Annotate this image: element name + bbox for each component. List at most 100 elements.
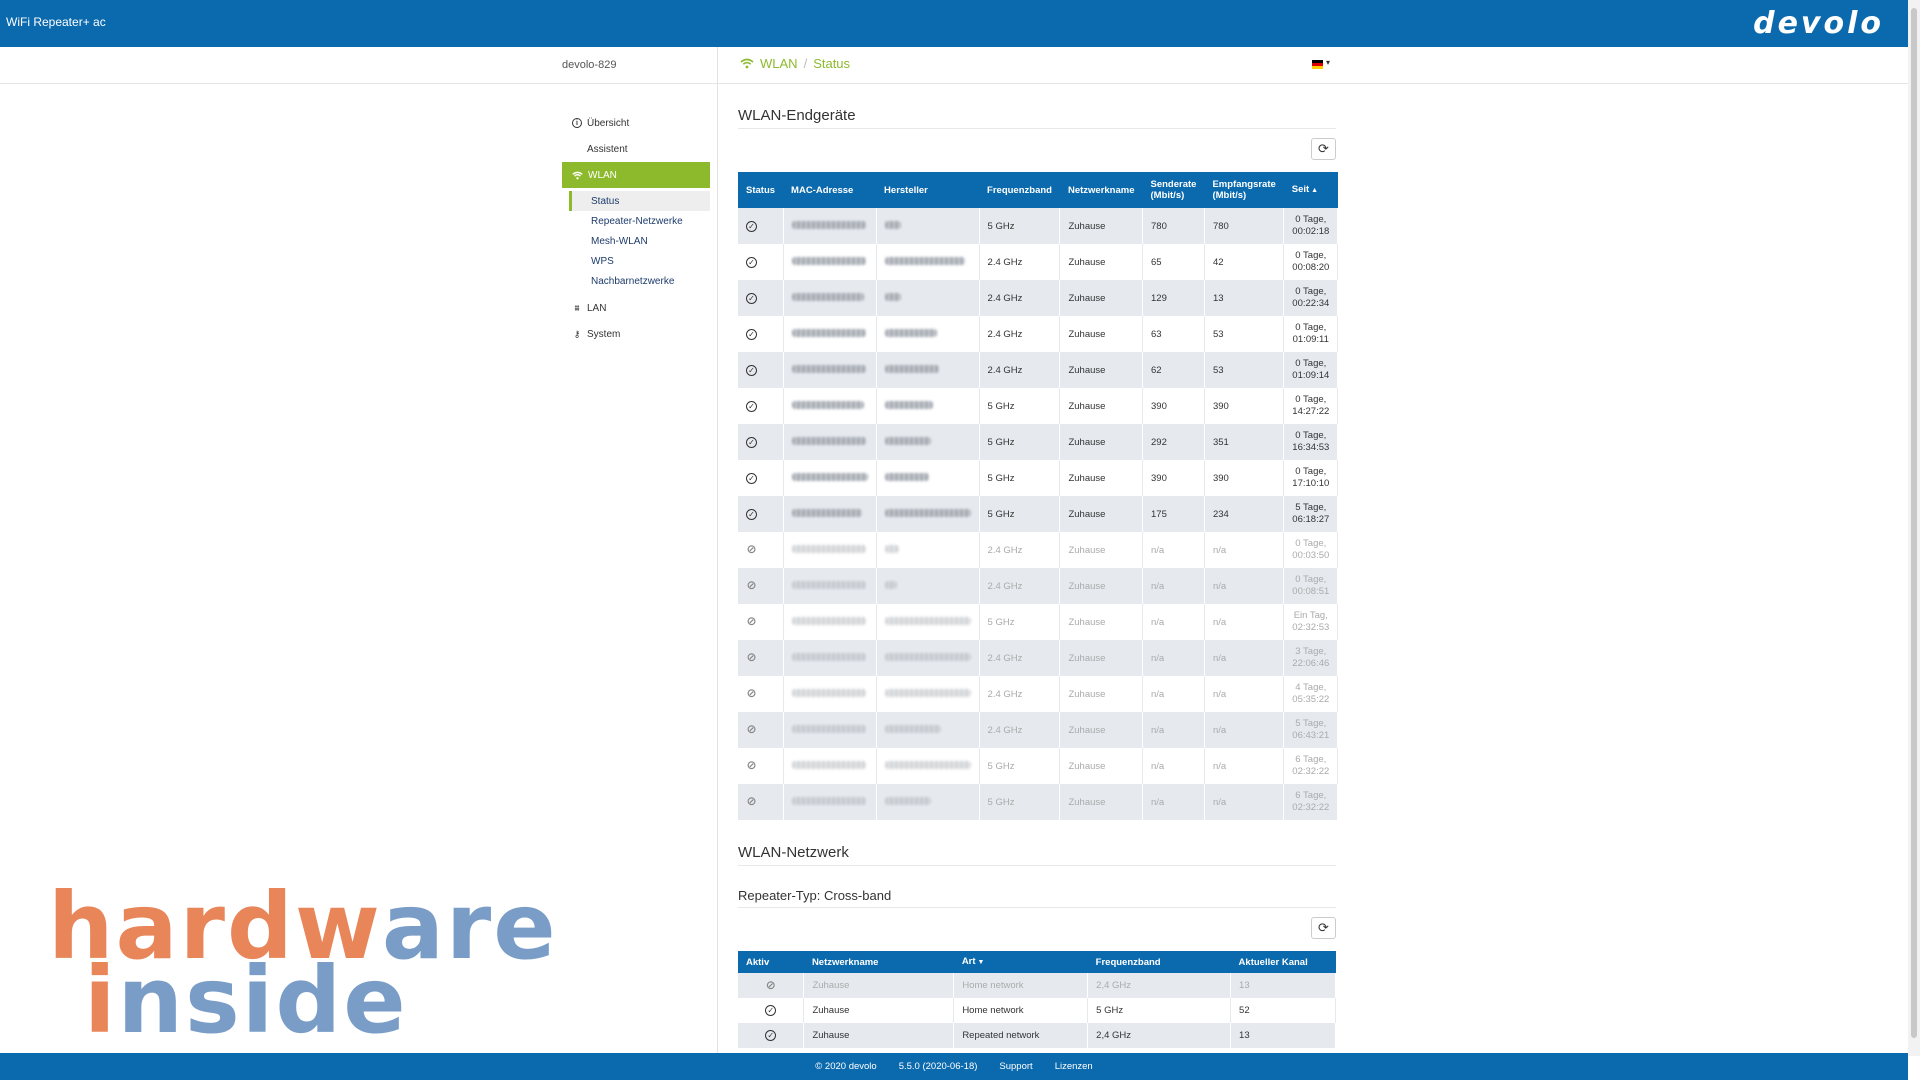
status-cell: ✓: [738, 388, 784, 424]
col-since-label: Seit: [1291, 184, 1310, 195]
refresh-network-button[interactable]: ⟳: [1311, 917, 1336, 939]
tx-cell: 65: [1142, 244, 1205, 280]
disconnected-icon: ⊘: [746, 794, 757, 808]
sub-header: devolo-829 WLAN / Status ▾: [0, 47, 1908, 84]
blurred-mac: [791, 292, 864, 301]
footer-licenses-link[interactable]: Lizenzen: [1055, 1061, 1093, 1072]
table-row: ✓ 2.4 GHz Zuhause 129 13 0 Tage, 00:22:34: [738, 280, 1339, 316]
sidebar-sub-label: Status: [591, 195, 620, 207]
col-band: Frequenzband: [979, 172, 1060, 208]
col-rx: Empfangsrate (Mbit/s): [1204, 172, 1284, 208]
since-cell: 5 Tage, 06:43:21: [1283, 712, 1339, 748]
sidebar-sub-mesh-wlan[interactable]: Mesh-WLAN: [562, 231, 710, 251]
since-time: 22:06:46: [1292, 658, 1330, 669]
rx-cell: n/a: [1204, 604, 1285, 640]
band-cell: 2.4 GHz: [979, 532, 1061, 568]
rx-cell: n/a: [1204, 676, 1285, 712]
blurred-mac: [791, 616, 866, 625]
breadcrumb: WLAN / Status: [740, 56, 850, 71]
network-table: Aktiv Netzwerkname Art ▼ Frequenzband Ak…: [738, 951, 1336, 1048]
mac-cell: [783, 676, 877, 712]
rx-cell: 390: [1204, 460, 1285, 496]
disconnected-icon: ⊘: [746, 758, 757, 772]
network-cell: Zuhause: [1059, 676, 1143, 712]
type-cell: Repeated network: [953, 1023, 1089, 1048]
blurred-mac: [791, 328, 866, 337]
sidebar-item-uebersicht[interactable]: i Übersicht: [562, 110, 710, 136]
table-row: ✓ Zuhause Home network 5 GHz 52: [738, 998, 1336, 1023]
vendor-cell: [876, 712, 980, 748]
since-time: 17:10:10: [1292, 478, 1330, 489]
scrollbar-thumb[interactable]: [1911, 8, 1917, 1038]
chevron-down-icon[interactable]: ▾: [1326, 58, 1330, 67]
vendor-cell: [876, 568, 980, 604]
network-cell: Zuhause: [1059, 244, 1143, 280]
status-cell: ✓: [738, 244, 784, 280]
sidebar-sub-status[interactable]: Status: [569, 191, 710, 211]
watermark-text: are: [381, 873, 558, 980]
band-cell: 5 GHz: [979, 460, 1061, 496]
disconnected-icon: ⊘: [765, 977, 776, 992]
since-days: 0 Tage,: [1295, 574, 1327, 585]
rx-cell: 390: [1204, 388, 1285, 424]
rx-cell: n/a: [1204, 640, 1285, 676]
table-row: ⊘ 2.4 GHz Zuhause n/a n/a 0 Tage, 00:08:51: [738, 568, 1339, 604]
since-days: 0 Tage,: [1295, 430, 1327, 441]
since-time: 06:18:27: [1292, 514, 1330, 525]
band-cell: 2.4 GHz: [979, 244, 1061, 280]
col-since[interactable]: Seit ▲: [1283, 172, 1338, 208]
col-network-name: Netzwerkname: [803, 951, 954, 973]
sidebar-item-system[interactable]: ⚷ System: [562, 321, 710, 347]
sidebar-item-wlan[interactable]: WLAN: [562, 162, 710, 188]
sidebar-sub-repeater-netzwerke[interactable]: Repeater-Netzwerke: [562, 211, 710, 231]
band-cell: 5 GHz: [979, 208, 1061, 244]
col-type[interactable]: Art ▼: [953, 951, 1088, 973]
network-section-title: WLAN-Netzwerk: [738, 844, 849, 861]
table-row: ✓ 5 GHz Zuhause 390 390 0 Tage, 14:27:22: [738, 388, 1339, 424]
since-days: 0 Tage,: [1295, 538, 1327, 549]
hardware-inside-watermark: hardware inside: [48, 881, 558, 1047]
repeater-type: Repeater-Typ: Cross-band: [738, 888, 892, 903]
blurred-vendor: [884, 796, 931, 805]
app-title: WiFi Repeater+ ac: [6, 15, 106, 29]
mac-cell: [783, 460, 877, 496]
mac-cell: [783, 244, 877, 280]
channel-cell: 52: [1230, 998, 1336, 1023]
band-cell: 2.4 GHz: [979, 352, 1061, 388]
refresh-devices-button[interactable]: ⟳: [1311, 138, 1336, 160]
rx-cell: 53: [1204, 352, 1285, 388]
german-flag-icon[interactable]: [1312, 60, 1323, 69]
blurred-vendor: [884, 328, 937, 337]
channel-cell: 13: [1230, 973, 1336, 998]
status-cell: ⊘: [738, 784, 784, 820]
mac-cell: [783, 712, 877, 748]
blurred-vendor: [884, 688, 971, 697]
status-cell: ✓: [738, 316, 784, 352]
since-time: 00:08:20: [1292, 262, 1330, 273]
blurred-vendor: [884, 652, 971, 661]
col-frequency: Frequenzband: [1087, 951, 1231, 973]
vendor-cell: [876, 460, 980, 496]
network-name-cell: Zuhause: [803, 998, 955, 1023]
table-row: ✓ 2.4 GHz Zuhause 63 53 0 Tage, 01:09:11: [738, 316, 1339, 352]
vendor-cell: [876, 784, 980, 820]
footer-support-link[interactable]: Support: [999, 1061, 1032, 1072]
since-time: 14:27:22: [1292, 406, 1330, 417]
breadcrumb-wlan[interactable]: WLAN: [760, 56, 798, 71]
devolo-logo[interactable]: devolo: [1753, 6, 1884, 41]
sidebar-item-assistent[interactable]: Assistent: [562, 136, 710, 162]
sidebar-sub-nachbarnetzwerke[interactable]: Nachbarnetzwerke: [562, 271, 710, 291]
blurred-mac: [791, 400, 864, 409]
page-scrollbar[interactable]: [1908, 0, 1920, 1056]
sidebar-item-label: Assistent: [587, 143, 628, 155]
blurred-mac: [791, 580, 866, 589]
sidebar-item-lan[interactable]: ⩩ LAN: [562, 295, 710, 321]
tx-cell: n/a: [1142, 748, 1205, 784]
blurred-vendor: [884, 508, 971, 517]
since-days: 3 Tage,: [1295, 646, 1327, 657]
disconnected-icon: ⊘: [746, 614, 757, 628]
network-cell: Zuhause: [1059, 208, 1143, 244]
section-divider: [738, 865, 1336, 866]
sidebar-sub-wps[interactable]: WPS: [562, 251, 710, 271]
wifi-icon: [572, 171, 583, 179]
